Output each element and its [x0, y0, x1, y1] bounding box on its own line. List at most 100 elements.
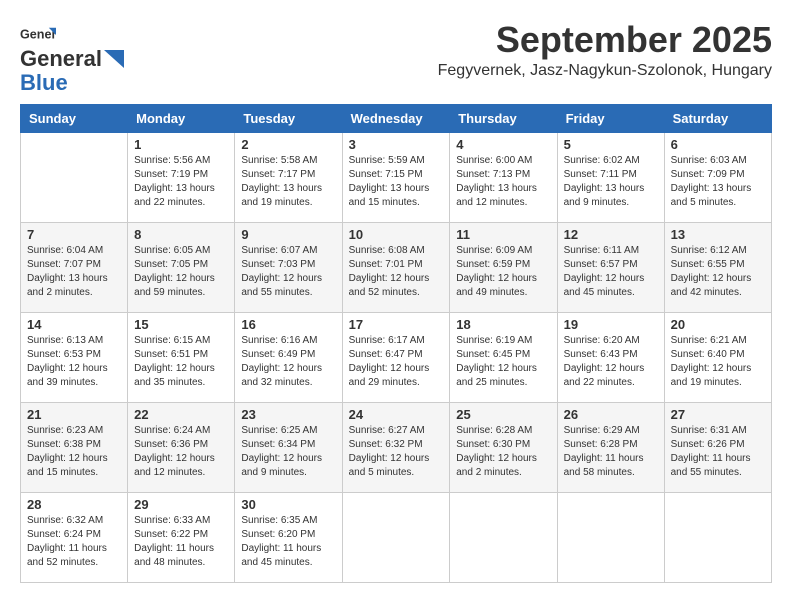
- day-cell: 27 Sunrise: 6:31 AM Sunset: 6:26 PM Dayli…: [664, 403, 771, 493]
- day-cell: 29 Sunrise: 6:33 AM Sunset: 6:22 PM Dayli…: [128, 493, 235, 583]
- day-info: Sunrise: 6:08 AM Sunset: 7:01 PM Dayligh…: [349, 244, 444, 300]
- day-cell: 28 Sunrise: 6:32 AM Sunset: 6:24 PM Dayli…: [21, 493, 128, 583]
- day-info: Sunrise: 5:59 AM Sunset: 7:15 PM Dayligh…: [349, 154, 444, 210]
- header-cell-tuesday: Tuesday: [235, 105, 342, 133]
- week-row-1: 1 Sunrise: 5:56 AM Sunset: 7:19 PM Daylig…: [21, 133, 772, 223]
- page-header: General General Blue September 2025 Fegy…: [20, 20, 772, 96]
- day-number: 11: [456, 227, 550, 242]
- day-number: 29: [134, 497, 228, 512]
- day-cell: 8Sunrise: 6:05 AM Sunset: 7:05 PM Daylig…: [128, 223, 235, 313]
- day-number: 23: [241, 407, 335, 422]
- day-cell: 18 Sunrise: 6:19 AM Sunset: 6:45 PM Dayli…: [450, 313, 557, 403]
- day-number: 6: [671, 137, 765, 152]
- day-info: Sunrise: 6:35 AM Sunset: 6:20 PM Dayligh…: [241, 514, 335, 570]
- day-info: Sunrise: 6:31 AM Sunset: 6:26 PM Dayligh…: [671, 424, 765, 480]
- day-info: Sunrise: 6:16 AM Sunset: 6:49 PM Dayligh…: [241, 334, 335, 390]
- day-info: Sunrise: 6:20 AM Sunset: 6:43 PM Dayligh…: [564, 334, 658, 390]
- calendar-subtitle: Fegyvernek, Jasz-Nagykun-Szolonok, Hunga…: [438, 62, 772, 80]
- day-number: 20: [671, 317, 765, 332]
- svg-text:General: General: [20, 28, 56, 42]
- day-number: 22: [134, 407, 228, 422]
- day-number: 28: [27, 497, 121, 512]
- day-info: Sunrise: 6:24 AM Sunset: 6:36 PM Dayligh…: [134, 424, 228, 480]
- day-number: 10: [349, 227, 444, 242]
- day-number: 19: [564, 317, 658, 332]
- day-cell: 5Sunrise: 6:02 AM Sunset: 7:11 PM Daylig…: [557, 133, 664, 223]
- day-number: 3: [349, 137, 444, 152]
- day-cell: 19 Sunrise: 6:20 AM Sunset: 6:43 PM Dayli…: [557, 313, 664, 403]
- day-info: Sunrise: 6:19 AM Sunset: 6:45 PM Dayligh…: [456, 334, 550, 390]
- title-section: September 2025 Fegyvernek, Jasz-Nagykun-…: [438, 20, 772, 80]
- day-info: Sunrise: 6:11 AM Sunset: 6:57 PM Dayligh…: [564, 244, 658, 300]
- day-number: 17: [349, 317, 444, 332]
- day-info: Sunrise: 6:03 AM Sunset: 7:09 PM Dayligh…: [671, 154, 765, 210]
- day-cell: 15Sunrise: 6:15 AM Sunset: 6:51 PM Dayli…: [128, 313, 235, 403]
- day-info: Sunrise: 6:25 AM Sunset: 6:34 PM Dayligh…: [241, 424, 335, 480]
- day-number: 5: [564, 137, 658, 152]
- day-info: Sunrise: 6:28 AM Sunset: 6:30 PM Dayligh…: [456, 424, 550, 480]
- day-number: 9: [241, 227, 335, 242]
- week-row-4: 21Sunrise: 6:23 AM Sunset: 6:38 PM Dayli…: [21, 403, 772, 493]
- week-row-2: 7 Sunrise: 6:04 AM Sunset: 7:07 PM Daylig…: [21, 223, 772, 313]
- day-cell: [450, 493, 557, 583]
- day-cell: 11 Sunrise: 6:09 AM Sunset: 6:59 PM Dayli…: [450, 223, 557, 313]
- day-cell: 3 Sunrise: 5:59 AM Sunset: 7:15 PM Daylig…: [342, 133, 450, 223]
- header-cell-saturday: Saturday: [664, 105, 771, 133]
- header-cell-monday: Monday: [128, 105, 235, 133]
- week-row-5: 28 Sunrise: 6:32 AM Sunset: 6:24 PM Dayli…: [21, 493, 772, 583]
- day-info: Sunrise: 6:00 AM Sunset: 7:13 PM Dayligh…: [456, 154, 550, 210]
- day-info: Sunrise: 5:58 AM Sunset: 7:17 PM Dayligh…: [241, 154, 335, 210]
- header-row: SundayMondayTuesdayWednesdayThursdayFrid…: [21, 105, 772, 133]
- day-number: 18: [456, 317, 550, 332]
- day-info: Sunrise: 5:56 AM Sunset: 7:19 PM Dayligh…: [134, 154, 228, 210]
- day-number: 13: [671, 227, 765, 242]
- day-cell: [21, 133, 128, 223]
- day-cell: 21Sunrise: 6:23 AM Sunset: 6:38 PM Dayli…: [21, 403, 128, 493]
- day-cell: 16Sunrise: 6:16 AM Sunset: 6:49 PM Dayli…: [235, 313, 342, 403]
- day-cell: [664, 493, 771, 583]
- day-info: Sunrise: 6:07 AM Sunset: 7:03 PM Dayligh…: [241, 244, 335, 300]
- day-cell: 1 Sunrise: 5:56 AM Sunset: 7:19 PM Daylig…: [128, 133, 235, 223]
- day-number: 7: [27, 227, 121, 242]
- day-info: Sunrise: 6:33 AM Sunset: 6:22 PM Dayligh…: [134, 514, 228, 570]
- day-cell: 25 Sunrise: 6:28 AM Sunset: 6:30 PM Dayli…: [450, 403, 557, 493]
- day-info: Sunrise: 6:13 AM Sunset: 6:53 PM Dayligh…: [27, 334, 121, 390]
- day-cell: 4Sunrise: 6:00 AM Sunset: 7:13 PM Daylig…: [450, 133, 557, 223]
- day-cell: 6 Sunrise: 6:03 AM Sunset: 7:09 PM Daylig…: [664, 133, 771, 223]
- header-cell-friday: Friday: [557, 105, 664, 133]
- day-cell: 2Sunrise: 5:58 AM Sunset: 7:17 PM Daylig…: [235, 133, 342, 223]
- day-cell: 7 Sunrise: 6:04 AM Sunset: 7:07 PM Daylig…: [21, 223, 128, 313]
- week-row-3: 14 Sunrise: 6:13 AM Sunset: 6:53 PM Dayli…: [21, 313, 772, 403]
- day-info: Sunrise: 6:04 AM Sunset: 7:07 PM Dayligh…: [27, 244, 121, 300]
- day-cell: 20 Sunrise: 6:21 AM Sunset: 6:40 PM Dayli…: [664, 313, 771, 403]
- day-cell: 30Sunrise: 6:35 AM Sunset: 6:20 PM Dayli…: [235, 493, 342, 583]
- day-number: 21: [27, 407, 121, 422]
- logo-arrow-icon: [104, 50, 124, 68]
- day-info: Sunrise: 6:12 AM Sunset: 6:55 PM Dayligh…: [671, 244, 765, 300]
- day-info: Sunrise: 6:29 AM Sunset: 6:28 PM Dayligh…: [564, 424, 658, 480]
- day-info: Sunrise: 6:32 AM Sunset: 6:24 PM Dayligh…: [27, 514, 121, 570]
- day-cell: 12 Sunrise: 6:11 AM Sunset: 6:57 PM Dayli…: [557, 223, 664, 313]
- logo-blue-text: Blue: [20, 70, 68, 96]
- day-cell: 24Sunrise: 6:27 AM Sunset: 6:32 PM Dayli…: [342, 403, 450, 493]
- day-number: 25: [456, 407, 550, 422]
- day-number: 14: [27, 317, 121, 332]
- day-info: Sunrise: 6:09 AM Sunset: 6:59 PM Dayligh…: [456, 244, 550, 300]
- day-cell: 14 Sunrise: 6:13 AM Sunset: 6:53 PM Dayli…: [21, 313, 128, 403]
- day-cell: 23 Sunrise: 6:25 AM Sunset: 6:34 PM Dayli…: [235, 403, 342, 493]
- day-number: 12: [564, 227, 658, 242]
- day-cell: [557, 493, 664, 583]
- day-number: 27: [671, 407, 765, 422]
- day-number: 26: [564, 407, 658, 422]
- logo-general-text: General: [20, 46, 102, 72]
- logo-icon: General: [20, 24, 56, 46]
- day-info: Sunrise: 6:21 AM Sunset: 6:40 PM Dayligh…: [671, 334, 765, 390]
- header-cell-sunday: Sunday: [21, 105, 128, 133]
- header-cell-wednesday: Wednesday: [342, 105, 450, 133]
- calendar-title: September 2025: [438, 20, 772, 60]
- day-info: Sunrise: 6:27 AM Sunset: 6:32 PM Dayligh…: [349, 424, 444, 480]
- day-number: 1: [134, 137, 228, 152]
- day-number: 15: [134, 317, 228, 332]
- day-cell: 9 Sunrise: 6:07 AM Sunset: 7:03 PM Daylig…: [235, 223, 342, 313]
- logo: General General Blue: [20, 24, 124, 96]
